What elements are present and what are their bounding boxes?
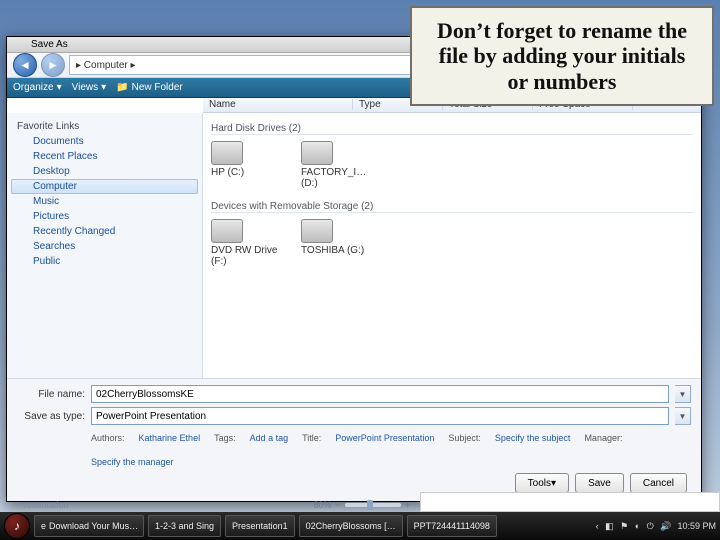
save-as-type-dropdown[interactable]: ▼ <box>675 407 691 425</box>
authors-value[interactable]: Katharine Ethel <box>139 433 201 443</box>
drive-item[interactable]: DVD RW Drive (F:) <box>211 219 281 267</box>
window-title: Save As <box>31 39 68 50</box>
task-item[interactable]: eDownload Your Mus… <box>34 515 144 537</box>
task-item[interactable]: Presentation1 <box>225 515 295 537</box>
task-item[interactable]: 02CherryBlossoms [… <box>299 515 403 537</box>
cancel-button[interactable]: Cancel <box>630 473 687 493</box>
forward-button[interactable]: ► <box>41 53 65 77</box>
drive-icon <box>211 141 243 165</box>
zoom-pct: 80% <box>313 500 331 510</box>
views-menu[interactable]: Views ▾ <box>72 82 107 93</box>
save-as-type-label: Save as type: <box>17 411 85 422</box>
drive-icon <box>301 141 333 165</box>
background-strip <box>420 492 720 512</box>
title-value[interactable]: PowerPoint Presentation <box>335 433 434 443</box>
start-button[interactable]: ♪ <box>4 513 30 539</box>
sidebar-item-documents[interactable]: Documents <box>11 134 198 149</box>
subject-value[interactable]: Specify the subject <box>495 433 571 443</box>
sidebar-heading: Favorite Links <box>11 119 198 134</box>
col-name[interactable]: Name <box>203 99 353 110</box>
manager-value[interactable]: Specify the manager <box>91 457 174 467</box>
organize-menu[interactable]: Organize ▾ <box>13 82 62 93</box>
back-button[interactable]: ◄ <box>13 53 37 77</box>
save-as-type-row: Save as type: PowerPoint Presentation ▼ <box>17 407 691 425</box>
tags-value[interactable]: Add a tag <box>250 433 289 443</box>
drive-row-hdd: HP (C:) FACTORY_I… (D:) <box>211 141 693 189</box>
drive-label: FACTORY_I… (D:) <box>301 167 366 189</box>
sidebar-item-public[interactable]: Public <box>11 254 198 269</box>
instruction-callout: Don’t forget to rename the file by addin… <box>410 6 714 106</box>
task-item[interactable]: 1-2-3 and Sing <box>148 515 221 537</box>
new-folder-button[interactable]: 📁 New Folder <box>116 82 183 93</box>
zoom-control[interactable]: 80% − + <box>313 500 410 510</box>
file-name-row: File name: 02CherryBlossomsKE ▼ <box>17 385 691 403</box>
group-hard-disks: Hard Disk Drives (2) <box>211 123 693 135</box>
drive-item[interactable]: HP (C:) <box>211 141 281 189</box>
sidebar-item-searches[interactable]: Searches <box>11 239 198 254</box>
tags-label: Tags: <box>214 433 236 443</box>
metadata-row: Authors: Katharine Ethel Tags: Add a tag… <box>17 429 691 467</box>
callout-text: Don’t forget to rename the file by addin… <box>437 18 687 94</box>
content-pane[interactable]: Hard Disk Drives (2) HP (C:) FACTORY_I… … <box>203 113 701 378</box>
drive-label: HP (C:) <box>211 167 244 178</box>
sidebar-item-music[interactable]: Music <box>11 194 198 209</box>
taskbar: ♪ eDownload Your Mus… 1-2-3 and Sing Pre… <box>0 512 720 540</box>
tools-button[interactable]: Tools ▾ <box>515 473 569 493</box>
system-tray[interactable]: ‹ ◧ ⚑ ◐ ⏻ 🔊 10:59 PM <box>596 521 716 532</box>
tray-icons[interactable]: ‹ ◧ ⚑ ◐ ⏻ 🔊 <box>596 521 674 532</box>
group-removable: Devices with Removable Storage (2) <box>211 201 693 213</box>
sidebar: Favorite Links Documents Recent Places D… <box>7 113 203 378</box>
file-name-dropdown[interactable]: ▼ <box>675 385 691 403</box>
zoom-thumb[interactable] <box>367 500 373 510</box>
authors-label: Authors: <box>91 433 125 443</box>
dialog-buttons: Tools ▾ Save Cancel <box>17 467 691 493</box>
task-item[interactable]: PPT724441114098 <box>407 515 497 537</box>
zoom-slider[interactable] <box>345 503 401 507</box>
file-name-input[interactable]: 02CherryBlossomsKE <box>91 385 669 403</box>
file-name-label: File name: <box>17 389 85 400</box>
drive-row-removable: DVD RW Drive (F:) TOSHIBA (G:) <box>211 219 693 267</box>
bottom-panel: File name: 02CherryBlossomsKE ▼ Save as … <box>7 378 701 501</box>
subject-label: Subject: <box>448 433 481 443</box>
drive-label: DVD RW Drive (F:) <box>211 245 277 267</box>
zoom-plus-icon[interactable]: + <box>405 500 410 510</box>
save-button[interactable]: Save <box>575 473 624 493</box>
save-as-type-select[interactable]: PowerPoint Presentation <box>91 407 669 425</box>
title-label: Title: <box>302 433 321 443</box>
views-label: Views <box>72 82 99 93</box>
sidebar-item-pictures[interactable]: Pictures <box>11 209 198 224</box>
sidebar-item-recently-changed[interactable]: Recently Changed <box>11 224 198 239</box>
optical-drive-icon <box>211 219 243 243</box>
new-folder-label: New Folder <box>132 82 183 93</box>
zoom-minus-icon[interactable]: − <box>335 500 340 510</box>
status-left: resentation <box>24 500 69 510</box>
drive-icon <box>301 219 333 243</box>
drive-item[interactable]: FACTORY_I… (D:) <box>301 141 371 189</box>
breadcrumb-text: ▸ Computer ▸ <box>76 60 136 71</box>
drive-label: TOSHIBA (G:) <box>301 245 364 256</box>
main-area: Favorite Links Documents Recent Places D… <box>7 113 701 378</box>
music-note-icon: ♪ <box>14 519 20 533</box>
sidebar-item-recent-places[interactable]: Recent Places <box>11 149 198 164</box>
organize-label: Organize <box>13 82 54 93</box>
sidebar-item-desktop[interactable]: Desktop <box>11 164 198 179</box>
folder-icon: 📁 <box>116 82 128 93</box>
clock[interactable]: 10:59 PM <box>677 521 716 531</box>
save-as-dialog: Save As ◄ ► ▸ Computer ▸ Organize ▾ View… <box>6 36 702 502</box>
ie-icon: e <box>41 521 46 531</box>
manager-label: Manager: <box>584 433 622 443</box>
sidebar-item-computer[interactable]: Computer <box>11 179 198 194</box>
app-icon <box>13 38 27 52</box>
drive-item[interactable]: TOSHIBA (G:) <box>301 219 371 267</box>
